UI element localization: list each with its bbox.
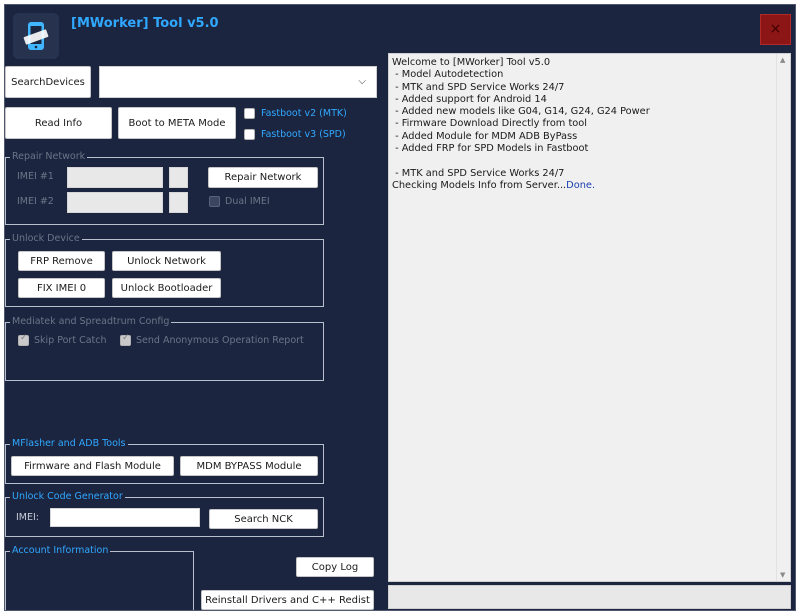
firmware-flash-module-button[interactable]: Firmware and Flash Module	[11, 456, 174, 476]
dual-imei-label: Dual IMEI	[225, 196, 270, 207]
imei2-field[interactable]	[67, 192, 163, 213]
log-status-done: Done.	[566, 179, 596, 191]
fastboot-v2-label: Fastboot v2 (MTK)	[261, 108, 347, 119]
log-line: - Model Autodetection	[392, 69, 504, 81]
nck-imei-field[interactable]	[50, 508, 200, 527]
unlock-code-title: Unlock Code Generator	[10, 491, 125, 503]
log-line: - Firmware Download Directly from tool	[392, 118, 588, 130]
read-info-button[interactable]: Read Info	[5, 107, 112, 139]
mflasher-title: MFlasher and ADB Tools	[10, 438, 128, 450]
scroll-down-icon[interactable]: ▼	[780, 571, 785, 579]
app-window: [MWorker] Tool v5.0 × SearchDevices ⌵ Re…	[4, 4, 796, 611]
unlock-bootloader-button[interactable]: Unlock Bootloader	[112, 278, 221, 298]
status-bar	[388, 585, 791, 609]
boot-meta-button[interactable]: Boot to META Mode	[118, 107, 236, 139]
log-line: - Added new models like G04, G14, G24, G…	[392, 106, 650, 118]
fastboot-v3-label: Fastboot v3 (SPD)	[261, 129, 346, 140]
account-title: Account Information	[10, 545, 111, 557]
config-title: Mediatek and Spreadtrum Config	[10, 316, 172, 328]
log-panel[interactable]: Welcome to [MWorker] Tool v5.0 - Model A…	[388, 53, 791, 582]
skip-port-catch-label: Skip Port Catch	[34, 335, 107, 346]
phone-tool-icon	[23, 22, 49, 50]
fastboot-v3-checkbox[interactable]	[244, 129, 255, 140]
imei1-field[interactable]	[67, 167, 163, 188]
log-line: Welcome to [MWorker] Tool v5.0	[392, 57, 551, 68]
nck-imei-label: IMEI:	[16, 512, 40, 523]
search-devices-button[interactable]: SearchDevices	[5, 66, 91, 98]
log-line: - MTK and SPD Service Works 24/7	[392, 81, 565, 93]
fastboot-v2-checkbox[interactable]	[244, 108, 255, 119]
send-report-checkbox[interactable]	[120, 333, 131, 346]
log-line-status: Checking Models Info from Server...Done.	[392, 180, 774, 192]
dual-imei-checkbox[interactable]	[209, 196, 220, 207]
mdm-bypass-module-button[interactable]: MDM BYPASS Module	[180, 456, 318, 476]
config-group: Mediatek and Spreadtrum Config	[5, 316, 324, 381]
account-group: Account Information	[5, 545, 194, 610]
frp-remove-button[interactable]: FRP Remove	[18, 251, 105, 271]
device-select[interactable]: ⌵	[99, 66, 377, 98]
repair-network-button[interactable]: Repair Network	[208, 167, 318, 188]
app-logo	[13, 13, 59, 59]
log-line: - MTK and SPD Service Works 24/7	[392, 167, 565, 179]
log-scrollbar[interactable]: ▲ ▼	[776, 54, 790, 581]
send-report-label: Send Anonymous Operation Report	[136, 335, 304, 346]
search-nck-button[interactable]: Search NCK	[209, 509, 318, 529]
chevron-down-icon: ⌵	[358, 76, 366, 87]
log-line: - Added Module for MDM ADB ByPass	[392, 130, 578, 142]
repair-network-title: Repair Network	[10, 151, 88, 163]
imei1-digit-field[interactable]	[169, 167, 188, 188]
log-status-prefix: Checking Models Info from Server...	[392, 179, 567, 191]
imei1-label: IMEI #1	[17, 171, 54, 182]
app-title: [MWorker] Tool v5.0	[71, 16, 219, 31]
log-text: Welcome to [MWorker] Tool v5.0 - Model A…	[392, 57, 774, 192]
close-icon: ×	[769, 21, 782, 37]
imei2-digit-field[interactable]	[169, 192, 188, 213]
unlock-network-button[interactable]: Unlock Network	[112, 251, 221, 271]
copy-log-button[interactable]: Copy Log	[296, 557, 374, 577]
fix-imei-button[interactable]: FIX IMEI 0	[18, 278, 105, 298]
log-line: - Added support for Android 14	[392, 93, 547, 105]
imei2-label: IMEI #2	[17, 196, 54, 207]
log-line: - Added FRP for SPD Models in Fastboot	[392, 143, 589, 155]
scroll-up-icon[interactable]: ▲	[780, 56, 785, 64]
skip-port-catch-checkbox[interactable]	[18, 333, 29, 346]
close-button[interactable]: ×	[760, 14, 791, 45]
unlock-device-title: Unlock Device	[10, 233, 82, 245]
reinstall-drivers-button[interactable]: Reinstall Drivers and C++ Redist	[201, 590, 374, 610]
